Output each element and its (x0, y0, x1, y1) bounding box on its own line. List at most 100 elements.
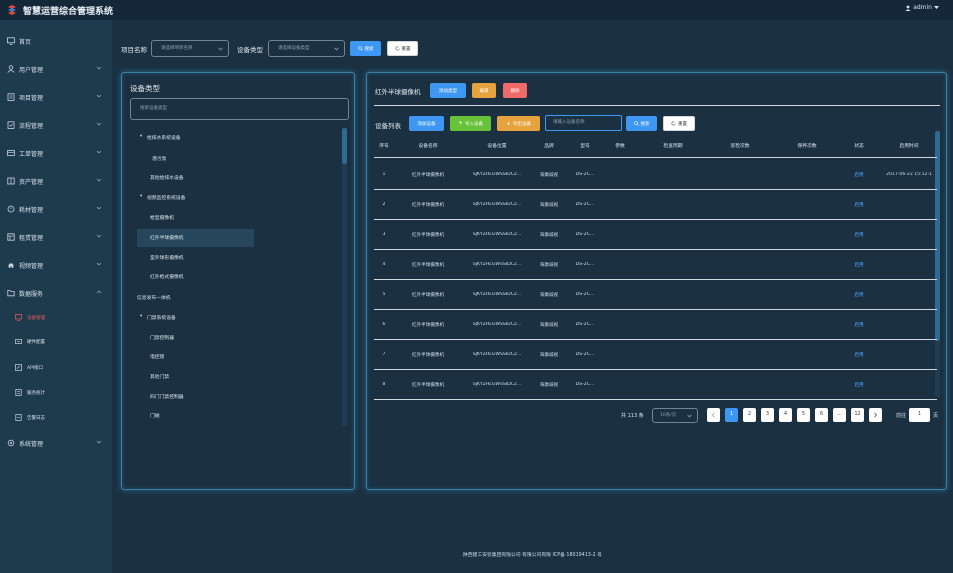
chevron-down-icon (334, 47, 339, 51)
user-menu[interactable]: admin (905, 4, 939, 11)
status-link[interactable]: 启用 (849, 202, 869, 208)
page-button[interactable]: 4 (779, 408, 792, 422)
page-button[interactable]: 6 (815, 408, 828, 422)
next-page-button[interactable] (869, 408, 882, 422)
video-icon (8, 263, 14, 268)
row-divider (374, 219, 937, 220)
tree-caret-icon[interactable]: ▾ (140, 314, 142, 319)
page-button[interactable]: 12 (851, 408, 864, 422)
tree-node[interactable]: 其他给排水设备 (150, 174, 184, 181)
tree-caret-icon[interactable]: ▾ (140, 134, 142, 139)
table-cell: 海康威视 (539, 383, 559, 388)
project-select[interactable]: 请选择项目名称 (151, 40, 229, 57)
sidebar-item-system[interactable]: 系统管理 (0, 436, 112, 450)
tree-node[interactable]: 红外枪式摄像机 (150, 273, 184, 280)
sidebar-subitem-stats[interactable]: 服务统计 (0, 387, 112, 399)
chevron-right-icon (874, 412, 877, 418)
sidebar-subitem-log[interactable]: 告警日志 (0, 412, 112, 424)
sidebar-item-label: 系统管理 (19, 441, 44, 448)
page-button[interactable]: 2 (743, 408, 756, 422)
sidebar-item-assets[interactable]: 资产管理 (0, 174, 112, 188)
status-link[interactable]: 启用 (849, 352, 869, 358)
table-cell: SJKYZHLGWSSIDC2... (472, 292, 522, 297)
tree-node[interactable]: 门禁系统设备 (147, 314, 176, 321)
chevron-down-icon (96, 440, 102, 444)
tree-node[interactable]: 其他门禁 (150, 373, 169, 380)
import-device-button[interactable]: 导入设备 (450, 116, 491, 131)
table-cell: 海康威视 (539, 203, 559, 208)
page-button[interactable]: 5 (797, 408, 810, 422)
status-link[interactable]: 启用 (849, 382, 869, 388)
delete-type-button[interactable]: 删除 (503, 83, 527, 98)
download-icon (506, 121, 511, 125)
sidebar-item-video[interactable]: 视频管理 (0, 258, 112, 272)
sidebar-item-projects[interactable]: 项目管理 (0, 90, 112, 104)
sidebar-item-home[interactable]: 首页 (0, 34, 112, 48)
sidebar-subitem-hardware[interactable]: 硬件配置 (0, 336, 112, 348)
tree-node[interactable]: 四门门禁控制器 (150, 393, 184, 400)
sidebar-item-lease[interactable]: 租赁管理 (0, 230, 112, 244)
tree-node[interactable]: 电控锁 (150, 353, 164, 360)
table-cell: 红外半球摄像机 (411, 173, 445, 178)
table-scrollbar[interactable] (935, 131, 940, 397)
add-device-button[interactable]: 添加设备 (409, 116, 444, 131)
device-search-input[interactable]: 请输入设备名称 (545, 115, 622, 131)
project-select-placeholder: 请选择项目名称 (161, 46, 193, 51)
status-link[interactable]: 启用 (849, 232, 869, 238)
row-divider (374, 339, 937, 340)
sidebar-subitem-api[interactable]: API接口 (0, 362, 112, 374)
device-search-button[interactable]: 搜索 (626, 116, 657, 131)
goto-page-input[interactable]: 1 (909, 408, 930, 422)
chevron-down-icon (218, 47, 223, 51)
row-divider (374, 189, 937, 190)
sidebar-subitem-device[interactable]: 设备管理 (0, 312, 112, 324)
page-button[interactable]: ... (833, 408, 846, 422)
sidebar-item-supplies[interactable]: 耗材管理 (0, 202, 112, 216)
sidebar-item-data-service[interactable]: 数据服务 (0, 286, 112, 300)
prev-page-button[interactable] (707, 408, 720, 422)
tree-node[interactable]: 门禁控制器 (150, 334, 174, 341)
table-cell: SJKYZHLGWSSIDC2... (472, 202, 522, 207)
type-select[interactable]: 请选择设备类型 (268, 40, 345, 57)
table-header: 设备名称 (418, 144, 438, 149)
table-cell: 6 (382, 322, 386, 327)
sidebar-subitem-label: API接口 (27, 366, 44, 371)
tree-node-selected[interactable]: 红外半球摄像机 (150, 234, 184, 241)
table-header: 参数 (615, 144, 625, 149)
sidebar-item-users[interactable]: 用户管理 (0, 62, 112, 76)
tree-node[interactable]: 门磁 (150, 412, 160, 419)
filter-reset-button[interactable]: 重置 (387, 41, 418, 56)
tree-node[interactable]: 给排水系统设备 (147, 134, 181, 141)
sidebar-item-tickets[interactable]: 工单管理 (0, 146, 112, 160)
tree-node[interactable]: 信息发布一体机 (137, 294, 171, 301)
tree-node[interactable]: 枪型摄像机 (150, 214, 174, 221)
sidebar-item-flows[interactable]: 流程管理 (0, 118, 112, 132)
table-cell: SJKYZHLGWSSIDC2... (472, 172, 522, 177)
device-reset-button[interactable]: 重置 (663, 116, 695, 131)
export-device-button[interactable]: 导出设备 (497, 116, 540, 131)
tree-scrollbar[interactable] (342, 128, 347, 427)
table-cell: 海康威视 (539, 233, 559, 238)
add-type-button[interactable]: 添加类型 (430, 83, 466, 98)
ticket-icon (7, 150, 15, 156)
user-icon (905, 5, 911, 11)
edit-type-button[interactable]: 编辑 (472, 83, 496, 98)
page-button[interactable]: 1 (725, 408, 738, 422)
page-button[interactable]: 3 (761, 408, 774, 422)
status-link[interactable]: 启用 (849, 322, 869, 328)
tree-caret-icon[interactable]: ▾ (140, 194, 142, 199)
page-size-select[interactable]: 10条/页 (652, 408, 698, 423)
tree-node[interactable]: 视频监控系统设备 (147, 194, 185, 201)
tree-node[interactable]: 潜污泵 (152, 155, 166, 162)
table-cell: 海康威视 (539, 293, 559, 298)
tree-search-input[interactable]: 搜索设备类型 (130, 98, 349, 120)
status-link[interactable]: 启用 (849, 172, 869, 178)
asset-icon (7, 177, 15, 185)
tree-scrollbar-thumb[interactable] (342, 128, 347, 164)
table-cell: 海康威视 (539, 353, 559, 358)
tree-node[interactable]: 室外球形摄像机 (150, 254, 184, 261)
status-link[interactable]: 启用 (849, 292, 869, 298)
filter-search-button[interactable]: 搜索 (350, 41, 381, 56)
sidebar-item-label: 耗材管理 (19, 207, 44, 214)
status-link[interactable]: 启用 (849, 262, 869, 268)
